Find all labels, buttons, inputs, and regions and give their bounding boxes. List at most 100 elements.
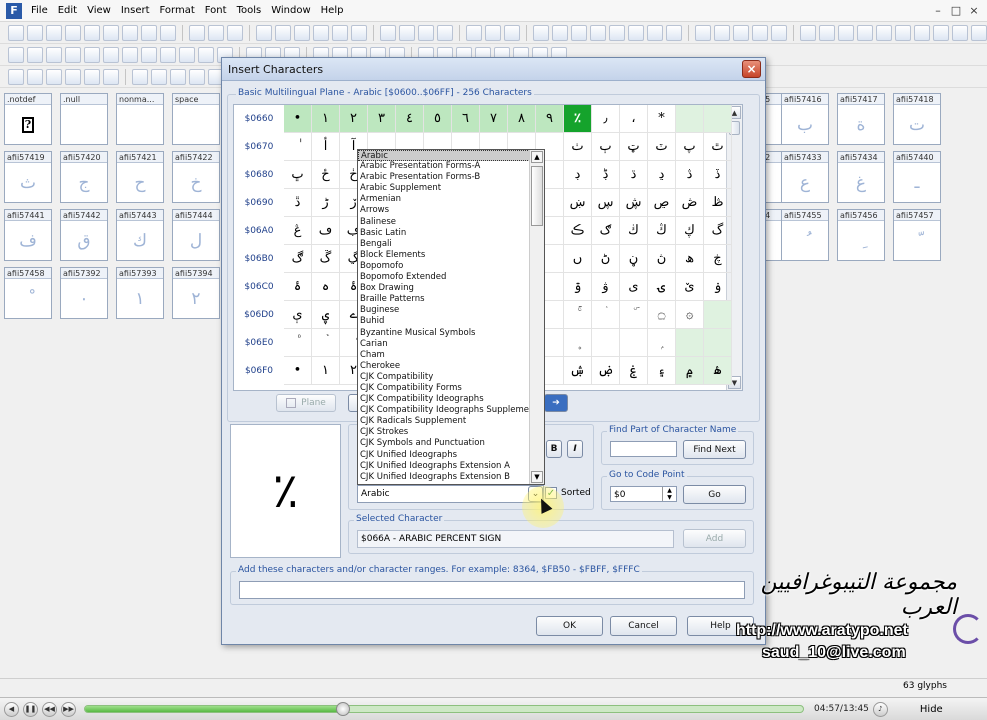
character-cell[interactable]: • (284, 105, 312, 133)
toolbar-button-icon[interactable] (628, 24, 644, 41)
character-cell[interactable]: ګ (592, 217, 620, 245)
character-cell[interactable]: ۠ (284, 329, 312, 357)
menu-format[interactable]: Format (155, 0, 200, 22)
character-cell[interactable]: ڊ (564, 161, 592, 189)
glyph-cell[interactable]: afii57394 ٢ (172, 267, 220, 319)
menu-window[interactable]: Window (266, 0, 315, 22)
character-cell[interactable]: ڞ (676, 189, 704, 217)
glyph-cell[interactable]: afii57393 ١ (116, 267, 164, 319)
glyph-cell[interactable]: afii57458ْ (4, 267, 52, 319)
toolbar-button-icon[interactable] (571, 24, 587, 41)
character-cell[interactable]: ھ (676, 245, 704, 273)
menu-insert[interactable]: Insert (116, 0, 155, 22)
bold-button[interactable]: B (546, 440, 562, 458)
toolbar-button-icon[interactable] (141, 46, 157, 63)
menu-help[interactable]: Help (316, 0, 349, 22)
code-point-spinner[interactable]: ▲ ▼ (662, 487, 676, 501)
toolbar-button-icon[interactable] (800, 24, 816, 41)
toolbar-button-icon[interactable] (170, 68, 186, 85)
find-next-button[interactable]: Find Next (683, 440, 746, 459)
character-cell[interactable]: ڝ (648, 189, 676, 217)
rewind-icon[interactable]: ◀◀ (42, 701, 57, 717)
character-cell[interactable]: ڛ (592, 189, 620, 217)
character-cell[interactable]: ۪ (564, 329, 592, 357)
toolbar-button-icon[interactable] (819, 24, 835, 41)
toolbar-button-icon[interactable] (437, 24, 453, 41)
block-list-item[interactable]: Balinese (358, 217, 544, 228)
toolbar-button-icon[interactable] (752, 24, 768, 41)
toolbar-button-icon[interactable] (160, 24, 176, 41)
list-scroll-thumb[interactable] (531, 166, 543, 226)
toolbar-button-icon[interactable] (933, 24, 949, 41)
toolbar-button-icon[interactable] (227, 24, 243, 41)
character-cell[interactable]: ٨ (508, 105, 536, 133)
character-cell[interactable] (620, 329, 648, 357)
character-cell[interactable]: ہ (312, 273, 340, 301)
block-list-item[interactable]: CJK Radicals Supplement (358, 416, 544, 427)
block-list-item[interactable]: CJK Unified Ideographs Extension B (358, 472, 544, 483)
character-cell[interactable]: ڍ (648, 161, 676, 189)
character-cell[interactable]: ٧ (480, 105, 508, 133)
cancel-button[interactable]: Cancel (610, 616, 677, 636)
character-cell[interactable] (592, 329, 620, 357)
toolbar-button-icon[interactable] (771, 24, 787, 41)
toolbar-button-icon[interactable] (733, 24, 749, 41)
toolbar-button-icon[interactable] (103, 46, 119, 63)
block-list-item[interactable]: Basic Latin (358, 228, 544, 239)
block-list-item[interactable]: Block Elements (358, 250, 544, 261)
character-cell[interactable]: ٦ (452, 105, 480, 133)
character-cell[interactable]: ڎ (676, 161, 704, 189)
toolbar-button-icon[interactable] (189, 68, 205, 85)
toolbar-button-icon[interactable] (84, 24, 100, 41)
block-list-item[interactable]: Bopomofo Extended (358, 272, 544, 283)
character-cell[interactable]: ڬ (620, 217, 648, 245)
toolbar-button-icon[interactable] (914, 24, 930, 41)
block-list-item[interactable]: Arrows (358, 205, 544, 216)
toolbar-button-icon[interactable] (27, 46, 43, 63)
character-cell[interactable]: ۿ (704, 357, 732, 385)
toolbar-button-icon[interactable] (552, 24, 568, 41)
ok-button[interactable]: OK (536, 616, 603, 636)
character-cell[interactable]: ڼ (620, 245, 648, 273)
character-cell[interactable]: ۀ (284, 273, 312, 301)
hide-button[interactable]: Hide (920, 704, 943, 715)
character-cell[interactable]: ۜ (620, 301, 648, 329)
block-list-item[interactable]: Arabic Supplement (358, 183, 544, 194)
glyph-cell[interactable]: afii57442 ق (60, 209, 108, 261)
character-cell[interactable]: پ (676, 133, 704, 161)
toolbar-button-icon[interactable] (590, 24, 606, 41)
list-scroll-up-icon[interactable]: ▲ (531, 151, 543, 163)
toolbar-button-icon[interactable] (46, 24, 62, 41)
character-cell[interactable] (704, 105, 732, 133)
seek-thumb[interactable] (336, 702, 351, 716)
character-cell[interactable]: ، (620, 105, 648, 133)
toolbar-button-icon[interactable] (256, 24, 272, 41)
menu-file[interactable]: File (26, 0, 53, 22)
list-scroll-down-icon[interactable]: ▼ (531, 471, 543, 483)
character-cell[interactable]: ڏ (704, 161, 732, 189)
character-cell[interactable]: ٤ (396, 105, 424, 133)
toolbar-button-icon[interactable] (103, 68, 119, 85)
character-cell[interactable]: ځ (312, 161, 340, 189)
character-cell[interactable] (676, 105, 704, 133)
glyph-cell[interactable]: afii57443 ك (116, 209, 164, 261)
toolbar-button-icon[interactable] (27, 24, 43, 41)
block-list-item[interactable]: Box Drawing (358, 283, 544, 294)
character-cell[interactable]: ۚ (564, 301, 592, 329)
character-cell[interactable]: ۋ (592, 273, 620, 301)
toolbar-button-icon[interactable] (46, 68, 62, 85)
toolbar-button-icon[interactable] (103, 24, 119, 41)
menu-font[interactable]: Font (200, 0, 232, 22)
character-cell[interactable]: ی (620, 273, 648, 301)
character-cell[interactable]: ٽ (648, 133, 676, 161)
block-list-item[interactable]: CJK Unified Ideographs Extension A (358, 461, 544, 472)
character-cell[interactable]: ۭ (648, 329, 676, 357)
character-cell[interactable]: ښ (564, 189, 592, 217)
character-cell[interactable]: ڻ (592, 245, 620, 273)
character-cell[interactable]: ۊ (564, 273, 592, 301)
glyph-cell[interactable]: afii57456ِ (837, 209, 885, 261)
volume-icon[interactable]: ♪ (872, 701, 888, 717)
character-cell[interactable]: ڀ (284, 161, 312, 189)
character-cell[interactable]: ڿ (704, 245, 732, 273)
character-cell[interactable]: ڡ (312, 217, 340, 245)
